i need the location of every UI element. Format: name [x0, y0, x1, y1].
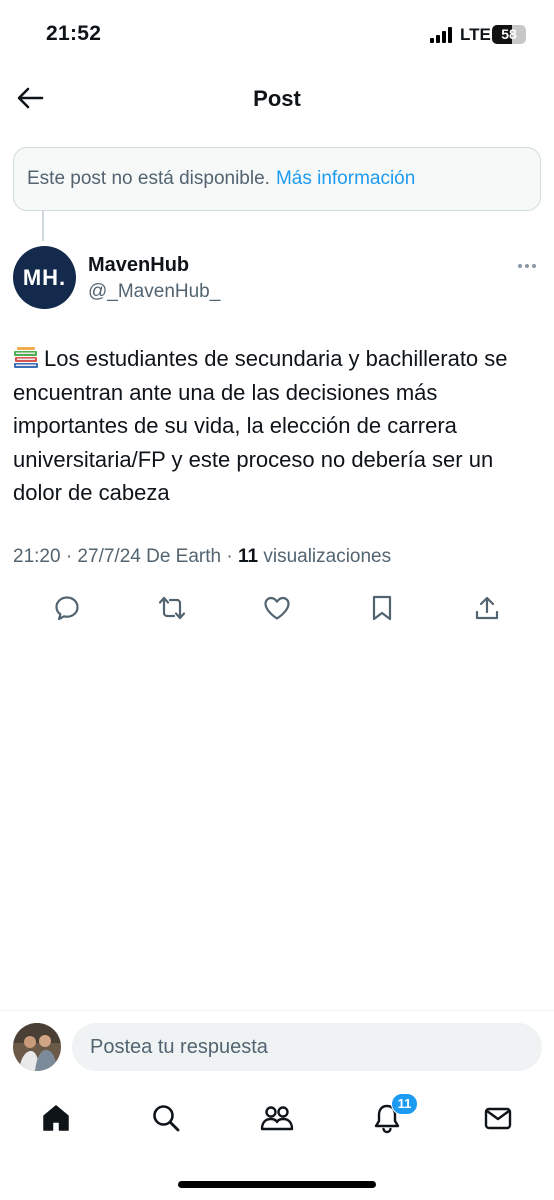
reply-input[interactable]	[72, 1023, 542, 1071]
reply-icon	[55, 596, 79, 621]
like-icon	[264, 596, 290, 620]
nav-communities[interactable]	[255, 1096, 299, 1140]
battery-icon: 58	[492, 25, 526, 44]
home-indicator	[178, 1181, 376, 1188]
like-button[interactable]	[257, 588, 297, 628]
post-timestamp: 21:20 · 27/7/24 De Earth ·	[13, 546, 238, 567]
views-label: visualizaciones	[258, 546, 392, 567]
bookmark-button[interactable]	[362, 588, 402, 628]
user-avatar[interactable]	[13, 1023, 61, 1071]
more-info-link[interactable]: Más información	[276, 168, 415, 190]
unavailable-text: Este post no está disponible.	[27, 168, 270, 189]
bottom-navigation: 11	[0, 1090, 554, 1146]
nav-messages[interactable]	[476, 1096, 520, 1140]
author-name[interactable]: MavenHub	[88, 254, 189, 277]
home-icon	[43, 1105, 69, 1131]
notifications-badge: 11	[391, 1093, 418, 1115]
books-icon	[14, 347, 38, 368]
cellular-signal-icon	[430, 27, 454, 43]
more-options-button[interactable]	[512, 256, 542, 276]
author-handle[interactable]: @_MavenHub_	[88, 281, 220, 303]
repost-icon	[158, 596, 186, 620]
messages-icon	[484, 1107, 512, 1130]
thread-connector	[42, 211, 44, 241]
communities-icon	[260, 1106, 294, 1131]
search-icon	[153, 1105, 180, 1132]
status-time: 21:52	[46, 22, 102, 45]
views-count: 11	[237, 546, 259, 567]
page-title: Post	[253, 86, 301, 111]
bookmark-icon	[372, 595, 392, 621]
reply-bar	[0, 1010, 554, 1082]
post-detail-screen: 21:52 LTE 58 Post Este post no está disp…	[0, 0, 554, 1200]
post-meta: 21:20 · 27/7/24 De Earth · 11 visualizac…	[13, 546, 391, 568]
author-avatar[interactable]: MH.	[13, 246, 76, 309]
post-actions	[0, 588, 554, 628]
post-text: Los estudiantes de secundaria y bachille…	[13, 342, 543, 510]
nav-search[interactable]	[144, 1096, 188, 1140]
network-type: LTE	[460, 25, 491, 44]
user-photo	[13, 1023, 61, 1071]
nav-home[interactable]	[34, 1096, 78, 1140]
unavailable-post-notice: Este post no está disponible. Más inform…	[13, 147, 541, 211]
header: Post	[0, 70, 554, 128]
post-body-text: Los estudiantes de secundaria y bachille…	[13, 346, 508, 505]
status-bar: 21:52 LTE 58	[0, 0, 554, 70]
reply-button[interactable]	[47, 588, 87, 628]
share-icon	[475, 596, 499, 620]
battery-level: 58	[501, 26, 517, 42]
repost-button[interactable]	[152, 588, 192, 628]
share-button[interactable]	[467, 588, 507, 628]
